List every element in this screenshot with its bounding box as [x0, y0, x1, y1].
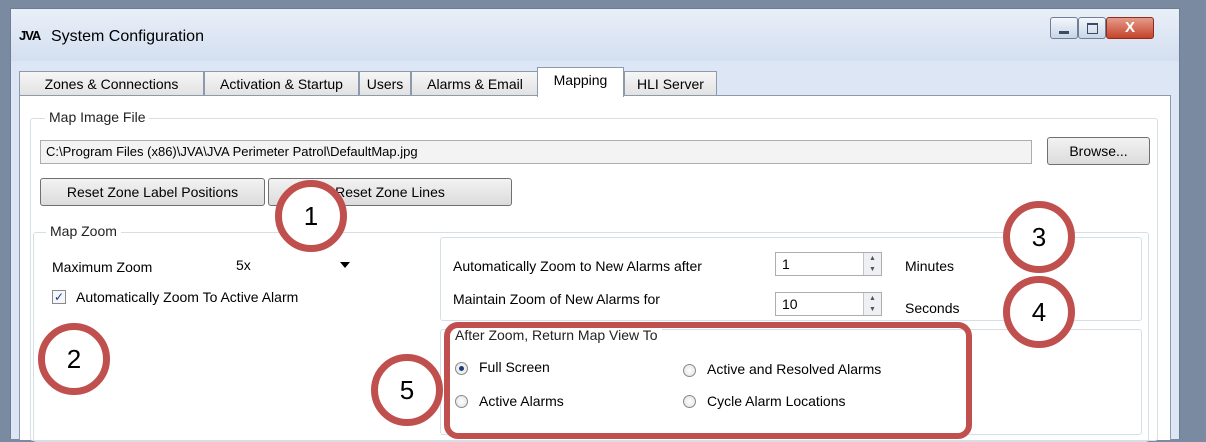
tab-mapping[interactable]: Mapping: [537, 67, 624, 97]
spin-down-icon[interactable]: ▼: [864, 264, 881, 275]
spin-buttons[interactable]: ▲ ▼: [863, 293, 881, 315]
spin-up-icon[interactable]: ▲: [864, 293, 881, 304]
tab-activation-startup[interactable]: Activation & Startup: [204, 71, 359, 95]
minimize-icon: [1059, 31, 1069, 34]
minimize-button[interactable]: [1050, 17, 1078, 39]
reset-zone-label-positions-button[interactable]: Reset Zone Label Positions: [40, 178, 265, 206]
maintain-zoom-label: Maintain Zoom of New Alarms for: [453, 291, 660, 307]
callout-1: 1: [275, 180, 347, 252]
auto-zoom-after-value: 1: [782, 256, 790, 272]
tab-zones-connections[interactable]: Zones & Connections: [19, 71, 204, 95]
maximize-button[interactable]: [1078, 17, 1106, 39]
callout-5: 5: [371, 354, 443, 426]
maximum-zoom-select[interactable]: 5x: [232, 253, 356, 277]
window-title: System Configuration: [51, 28, 204, 45]
spin-down-icon[interactable]: ▼: [864, 304, 881, 315]
auto-zoom-checkbox[interactable]: ✓: [52, 290, 66, 304]
maximum-zoom-label: Maximum Zoom: [52, 259, 153, 275]
close-button[interactable]: X: [1106, 17, 1154, 39]
map-image-path-field[interactable]: C:\Program Files (x86)\JVA\JVA Perimeter…: [40, 140, 1032, 164]
close-icon: X: [1125, 19, 1136, 36]
app-logo: JVA: [19, 28, 41, 43]
auto-zoom-after-stepper[interactable]: 1 ▲ ▼: [775, 252, 882, 276]
spin-buttons[interactable]: ▲ ▼: [863, 253, 881, 275]
tab-hli-server[interactable]: HLI Server: [624, 71, 717, 95]
auto-zoom-after-label: Automatically Zoom to New Alarms after: [453, 258, 702, 274]
auto-zoom-after-unit: Minutes: [905, 258, 955, 274]
highlight-box-return-view: [444, 322, 972, 439]
spin-up-icon[interactable]: ▲: [864, 253, 881, 264]
callout-3: 3: [1003, 201, 1075, 273]
map-zoom-label: Map Zoom: [46, 223, 121, 239]
map-image-file-label: Map Image File: [45, 109, 150, 125]
tab-alarms-email[interactable]: Alarms & Email: [411, 71, 539, 95]
callout-2: 2: [38, 323, 110, 395]
tab-users[interactable]: Users: [359, 71, 411, 95]
maintain-zoom-value: 10: [782, 296, 798, 312]
title-bar[interactable]: JVA System Configuration X: [11, 9, 1179, 61]
maintain-zoom-unit: Seconds: [905, 300, 960, 316]
maximize-icon: [1087, 23, 1098, 34]
maintain-zoom-stepper[interactable]: 10 ▲ ▼: [775, 292, 882, 316]
chevron-down-icon: [340, 262, 350, 268]
maximum-zoom-value: 5x: [236, 257, 251, 273]
browse-button[interactable]: Browse...: [1047, 137, 1150, 165]
auto-zoom-label: Automatically Zoom To Active Alarm: [76, 289, 299, 305]
callout-4: 4: [1003, 276, 1075, 348]
